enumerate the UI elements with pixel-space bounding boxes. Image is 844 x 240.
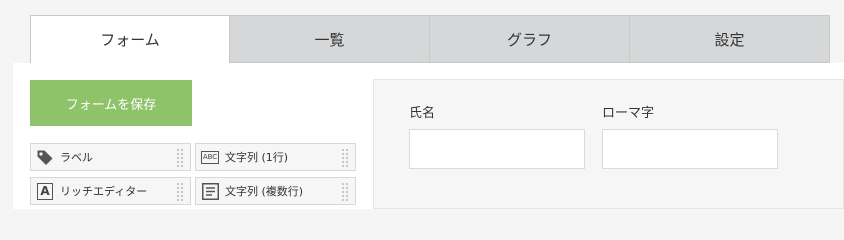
drag-handle-icon[interactable]: [341, 148, 349, 167]
palette-item-single-line-text[interactable]: ABC 文字列 (1行): [195, 143, 356, 171]
drag-handle-icon[interactable]: [176, 182, 184, 201]
field-label-romaji: ローマ字: [602, 106, 655, 121]
tab-graph[interactable]: グラフ: [430, 15, 630, 63]
tag-icon: [36, 148, 54, 166]
drag-handle-icon[interactable]: [341, 182, 349, 201]
multiline-text-icon: [201, 182, 219, 200]
drag-handle-icon[interactable]: [176, 148, 184, 167]
palette-item-rich-editor[interactable]: A リッチエディター: [30, 177, 191, 205]
tab-settings[interactable]: 設定: [630, 15, 830, 63]
abc-icon-text: ABC: [201, 150, 219, 164]
form-canvas: 氏名 ローマ字: [373, 79, 844, 209]
palette-item-rich-editor-label: リッチエディター: [60, 185, 148, 198]
rich-editor-icon-letter: A: [37, 182, 53, 200]
palette-item-multi-line-text-label: 文字列 (複数行): [225, 185, 304, 198]
form-editor: フォームを保存 ラベル ABC 文字列 (1行) A リッチエディター 文字列 …: [13, 63, 844, 209]
name-field[interactable]: [409, 129, 585, 169]
rich-editor-icon: A: [36, 182, 54, 200]
romaji-field[interactable]: [602, 129, 778, 169]
tab-form[interactable]: フォーム: [30, 15, 230, 63]
tab-list[interactable]: 一覧: [230, 15, 430, 63]
palette-item-label-text: ラベル: [60, 151, 93, 164]
field-label-name: 氏名: [409, 106, 436, 121]
palette-item-multi-line-text[interactable]: 文字列 (複数行): [195, 177, 356, 205]
tab-bar: フォーム 一覧 グラフ 設定: [30, 15, 830, 63]
save-form-button[interactable]: フォームを保存: [30, 80, 192, 126]
palette-item-label[interactable]: ラベル: [30, 143, 191, 171]
palette-item-single-line-text-label: 文字列 (1行): [225, 151, 289, 164]
abc-text-icon: ABC: [201, 148, 219, 166]
